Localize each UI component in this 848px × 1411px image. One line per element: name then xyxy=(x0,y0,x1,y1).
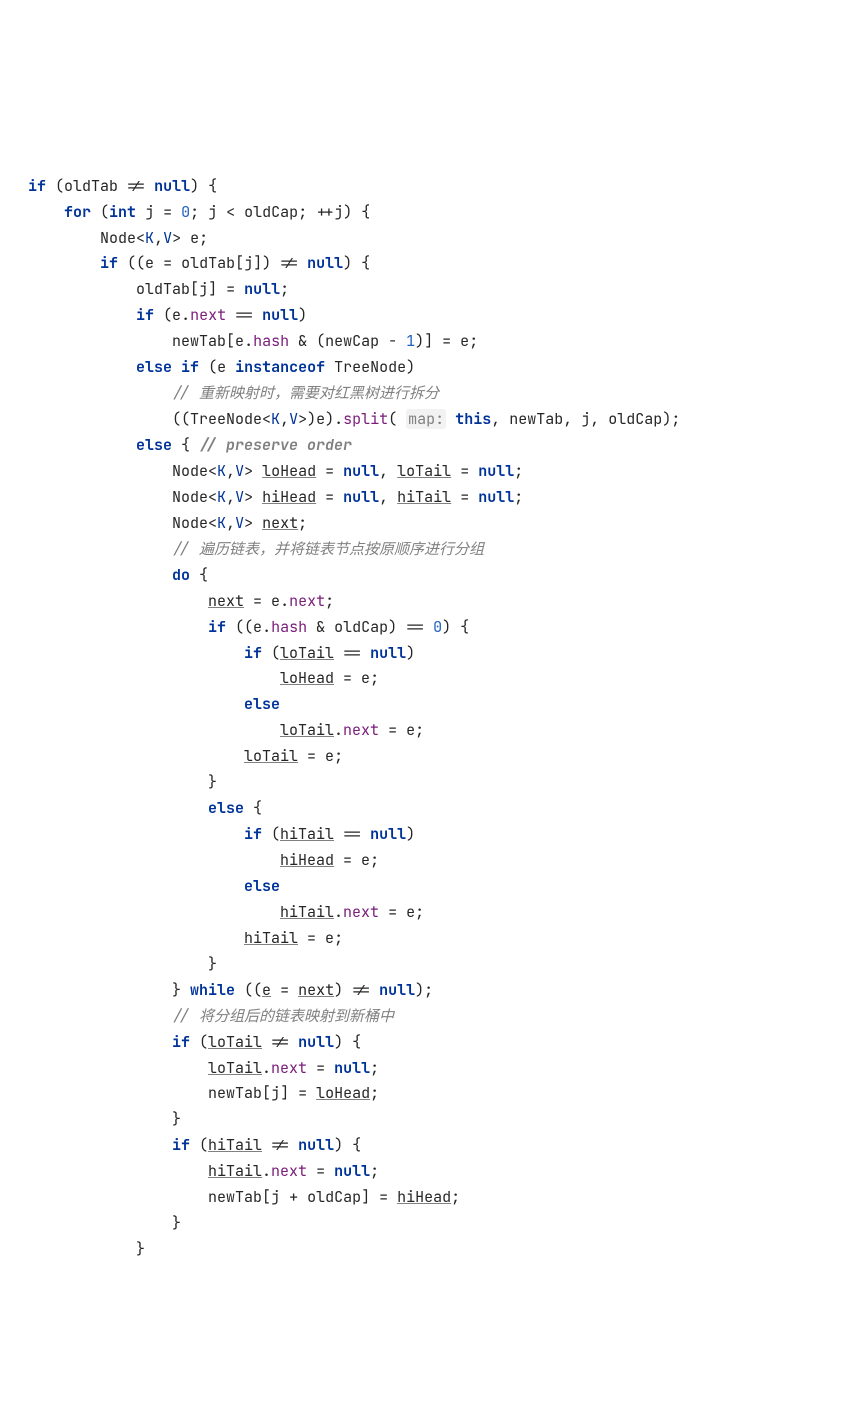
kw-for: for xyxy=(64,202,91,222)
kw-if: if xyxy=(28,176,46,196)
comment-map-new: // 将分组后的链表映射到新桶中 xyxy=(172,1006,394,1026)
comment-preserve: // preserve order xyxy=(199,435,352,455)
hint-param: map: xyxy=(406,409,446,429)
comment-split: // 重新映射时，需要对红黑树进行拆分 xyxy=(172,383,439,403)
type-node: Node xyxy=(100,228,136,248)
code-block: if (oldTab != null) { for (int j = 0; j … xyxy=(28,122,836,1263)
comment-group: // 遍历链表，并将链表节点按原顺序进行分组 xyxy=(172,539,484,559)
